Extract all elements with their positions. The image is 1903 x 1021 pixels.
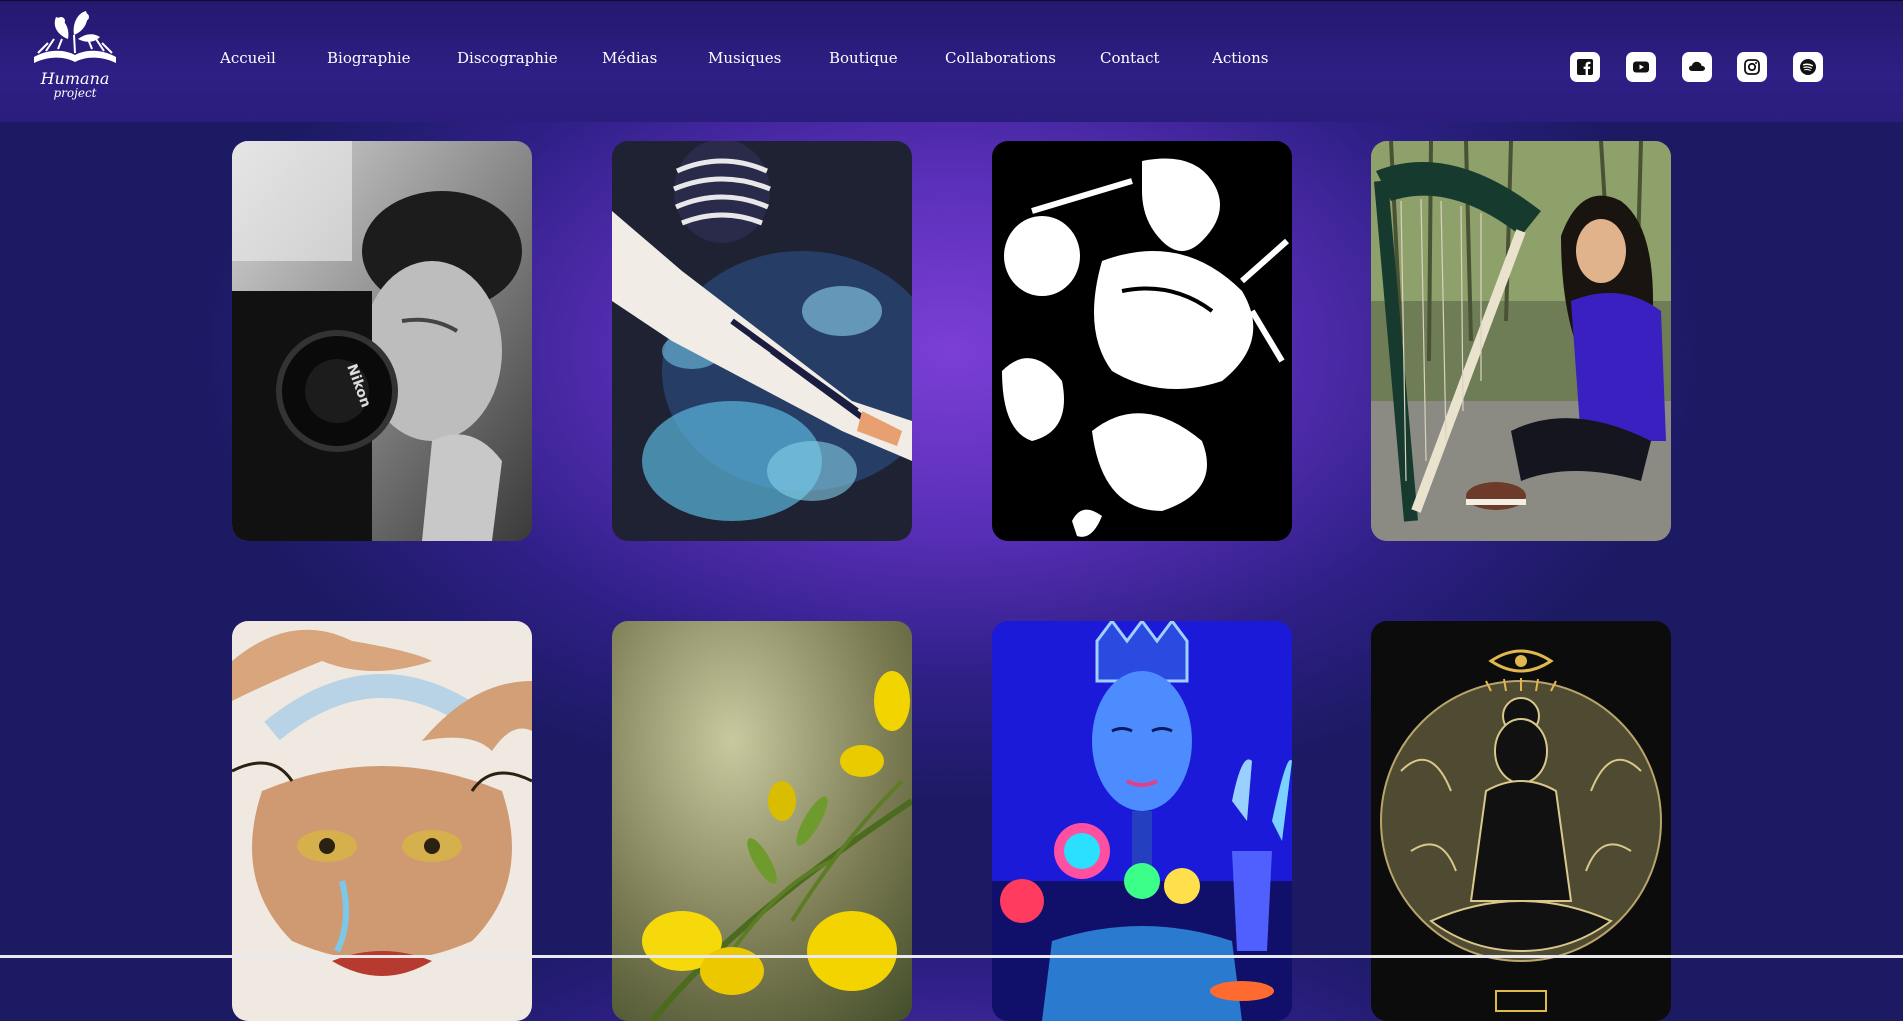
book-flower-icon (34, 11, 116, 63)
gallery-image-harpist[interactable] (1371, 141, 1671, 541)
nav-musiques[interactable]: Musiques (708, 48, 781, 68)
site-logo[interactable]: Humana project (28, 9, 122, 105)
gallery-image-meditating-woman[interactable] (1371, 621, 1671, 1021)
nav-collaborations[interactable]: Collaborations (945, 48, 1056, 68)
nav-actions[interactable]: Actions (1212, 48, 1268, 68)
instagram-icon (1744, 59, 1760, 75)
gallery-image-yellow-flowers[interactable] (612, 621, 912, 1021)
soundcloud-icon (1689, 61, 1705, 71)
nav-discographie[interactable]: Discographie (457, 48, 558, 68)
gallery-image-crab-face[interactable] (232, 621, 532, 1021)
spotify-link[interactable] (1793, 52, 1823, 82)
gallery-image-falling-animals[interactable] (992, 141, 1292, 541)
site-header: Humana project Accueil Biographie Discog… (0, 0, 1903, 122)
nav-biographie[interactable]: Biographie (327, 48, 411, 68)
nav-contact[interactable]: Contact (1100, 48, 1160, 68)
instagram-link[interactable] (1737, 52, 1767, 82)
spotify-icon (1800, 59, 1816, 75)
logo-name: Humana (40, 69, 110, 88)
soundcloud-link[interactable] (1682, 52, 1712, 82)
nav-boutique[interactable]: Boutique (829, 48, 898, 68)
gallery-image-child-painting[interactable] (612, 141, 912, 541)
facebook-icon (1577, 59, 1593, 75)
gallery-image-uv-masks[interactable] (992, 621, 1292, 1021)
youtube-icon (1633, 61, 1649, 73)
logo-subtitle: project (53, 86, 97, 100)
nav-medias[interactable]: Médias (602, 48, 657, 68)
nav-accueil[interactable]: Accueil (220, 48, 276, 68)
facebook-link[interactable] (1570, 52, 1600, 82)
youtube-link[interactable] (1626, 52, 1656, 82)
gallery-image-camera-operator[interactable]: Nikon (232, 141, 532, 541)
